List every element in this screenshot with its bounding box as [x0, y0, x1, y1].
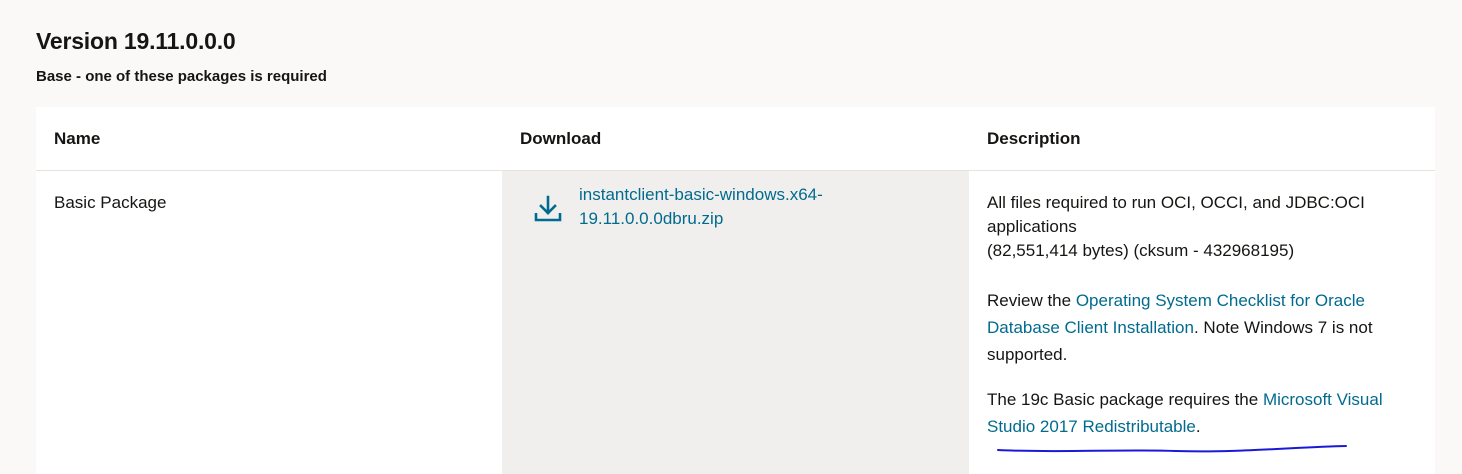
packages-table: Name Download Description Basic Package … — [36, 107, 1435, 474]
requirement-note: The 19c Basic package requires the Micro… — [987, 386, 1417, 440]
version-title: Version 19.11.0.0.0 — [36, 28, 236, 54]
description-size: (82,551,414 bytes) (cksum - 432968195) — [987, 241, 1295, 260]
annotation-underline — [997, 445, 1347, 453]
package-name: Basic Package — [54, 193, 167, 212]
description-line1: All files required to run OCI, OCCI, and… — [987, 193, 1365, 236]
header-description: Description — [987, 129, 1081, 148]
req-suffix: . — [1195, 417, 1201, 436]
description-text: All files required to run OCI, OCCI, and… — [987, 191, 1417, 263]
review-note: Review the Operating System Checklist fo… — [987, 287, 1417, 368]
download-icon[interactable] — [532, 193, 564, 225]
req-prefix: The 19c Basic package requires the — [987, 390, 1263, 409]
review-prefix: Review the — [987, 291, 1076, 310]
header-name: Name — [54, 129, 101, 148]
description-cell: All files required to run OCI, OCCI, and… — [987, 191, 1417, 440]
section-subtitle: Base - one of these packages is required — [36, 68, 327, 85]
download-cell: instantclient-basic-windows.x64-19.11.0.… — [502, 171, 969, 474]
table-header-row: Name Download Description — [36, 107, 1435, 171]
header-download: Download — [520, 129, 602, 148]
download-link[interactable]: instantclient-basic-windows.x64-19.11.0.… — [579, 183, 879, 231]
